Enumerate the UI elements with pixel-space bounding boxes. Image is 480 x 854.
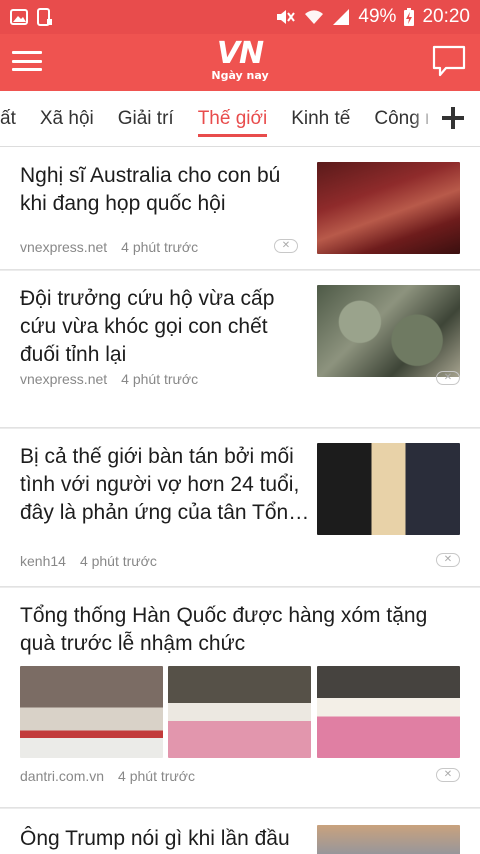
category-tab-bar: ất Xã hội Giải trí Thế giới Kinh tế Công… [0,91,480,147]
article-time: 4 phút trước [121,239,199,255]
tab-giai-tri[interactable]: Giải trí [106,91,186,146]
article-meta: vnexpress.net 4 phút trước [20,239,198,255]
article-time: 4 phút trước [121,371,199,387]
article-card[interactable]: Ông Trump nói gì khi lần đầu [0,809,480,854]
battery-icon [404,8,415,26]
article-time: 4 phút trước [118,768,195,784]
article-source: dantri.com.vn [20,768,105,784]
article-meta: vnexpress.net 4 phút trước [20,371,198,387]
wifi-icon [304,8,324,26]
news-feed[interactable]: Nghị sĩ Australia cho con bú khi đang họ… [0,147,480,854]
dismiss-icon[interactable]: ✕ [436,553,460,567]
article-title[interactable]: Nghị sĩ Australia cho con bú khi đang họ… [20,162,305,218]
article-thumbnail[interactable] [317,825,460,854]
article-card[interactable]: Tổng thống Hàn Quốc được hàng xóm tặng q… [0,588,480,808]
article-title[interactable]: Ông Trump nói gì khi lần đầu [20,825,310,853]
logo-subtitle: Ngày nay [211,69,269,82]
article-thumbnail[interactable] [317,443,460,535]
battery-level: 49% [358,6,397,27]
article-meta: kenh14 4 phút trước [20,553,157,569]
article-time: 4 phút trước [79,553,157,569]
status-bar: 49% 20:20 [0,0,480,34]
article-thumbnail[interactable] [20,666,163,758]
logo-mark: VN [216,36,264,71]
category-tabs: ất Xã hội Giải trí Thế giới Kinh tế Công… [0,91,428,146]
tab-the-gioi[interactable]: Thế giới [186,91,280,146]
article-card[interactable]: Bị cả thế giới bàn tán bởi mối tình với … [0,429,480,587]
dismiss-icon[interactable]: ✕ [436,768,460,782]
clock: 20:20 [422,6,470,27]
app-logo: VN Ngày nay [211,39,268,83]
gallery-notification-icon [10,9,28,25]
article-title[interactable]: Đội trưởng cứu hộ vừa cấp cứu vừa khóc g… [20,285,305,369]
article-thumbnail[interactable] [317,666,460,758]
tab-previous-partial[interactable]: ất [0,91,28,146]
article-source: vnexpress.net [20,371,108,387]
download-notification-icon [36,8,54,26]
article-thumbnail[interactable] [168,666,311,758]
article-title[interactable]: Bị cả thế giới bàn tán bởi mối tình với … [20,443,315,527]
article-card[interactable]: Nghị sĩ Australia cho con bú khi đang họ… [0,147,480,270]
chat-bubble-icon[interactable] [432,44,466,78]
mute-icon [274,8,296,26]
article-source: vnexpress.net [20,239,108,255]
add-category-icon[interactable] [440,105,466,131]
dismiss-icon[interactable]: ✕ [274,239,298,253]
signal-icon [332,8,350,26]
article-meta: dantri.com.vn 4 phút trước [20,768,195,784]
article-card[interactable]: Đội trưởng cứu hộ vừa cấp cứu vừa khóc g… [0,271,480,428]
article-title[interactable]: Tổng thống Hàn Quốc được hàng xóm tặng q… [20,602,460,658]
article-thumbnail[interactable] [317,285,460,377]
article-thumbnail[interactable] [317,162,460,254]
article-source: kenh14 [20,553,66,569]
dismiss-icon[interactable]: ✕ [436,371,460,385]
app-bar: VN Ngày nay [0,34,480,91]
tab-xa-hoi[interactable]: Xã hội [28,91,106,146]
tab-kinh-te[interactable]: Kinh tế [279,91,362,146]
hamburger-menu-icon[interactable] [12,48,42,74]
